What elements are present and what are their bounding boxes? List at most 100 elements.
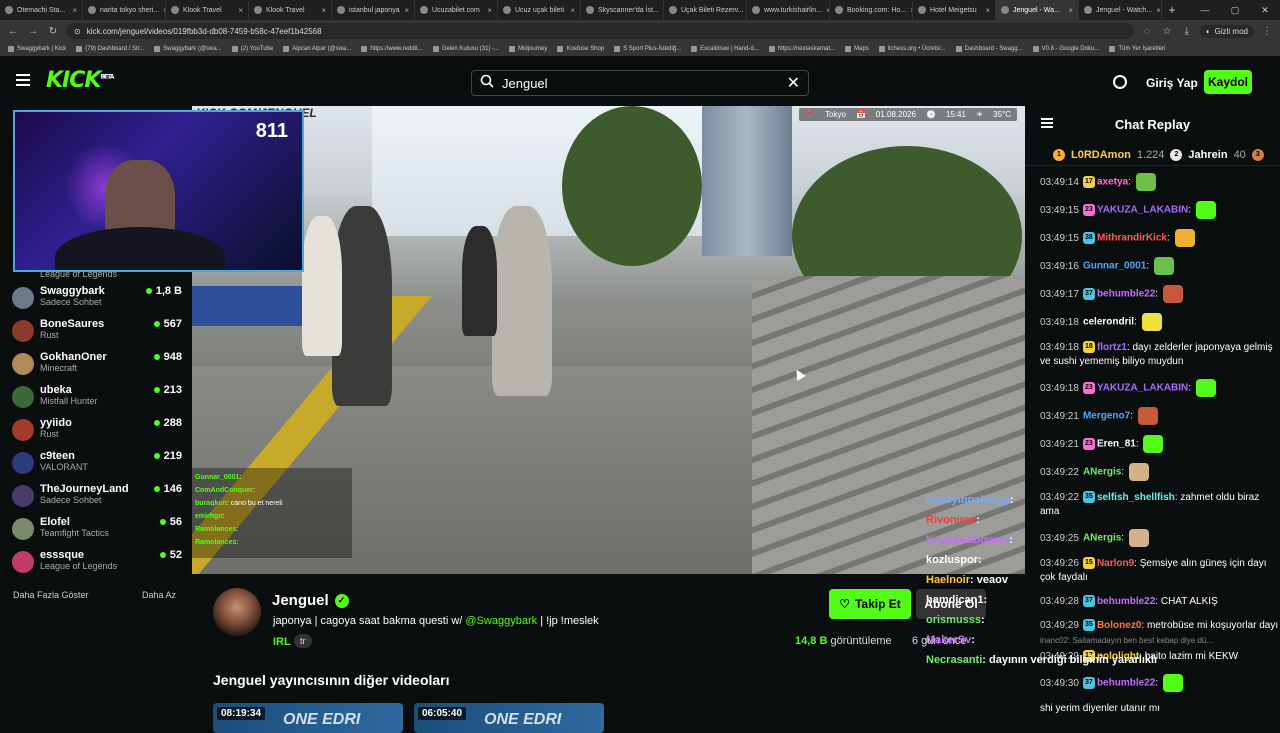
bookmark-item[interactable]: lichess.org • Ücretsi... [878, 46, 946, 52]
message-username[interactable]: celerondril [1083, 317, 1134, 328]
bookmark-item[interactable]: Koefuse Shop [557, 46, 604, 52]
message-username[interactable]: Mergeno7 [1083, 411, 1130, 422]
bookmark-item[interactable]: https://nextaskarnat... [768, 46, 835, 52]
tab-close-icon[interactable]: × [1156, 6, 1161, 15]
url-field[interactable]: ⊙ kick.com/jenguel/videos/019fbb3d-db08-… [66, 23, 1134, 39]
message-username[interactable]: YAKUZA_LAKABIN [1097, 205, 1188, 216]
tab-close-icon[interactable]: × [985, 6, 990, 15]
sidebar-channel[interactable]: GokhanOner Minecraft 948 [12, 351, 182, 381]
browser-tab[interactable]: Ucuz uçak bileti × [498, 0, 581, 20]
bookmark-item[interactable]: S Sport Plus-İstediğ... [614, 46, 681, 52]
bookmark-item[interactable]: Tüm Yer İşaretleri [1109, 46, 1165, 52]
maximize-icon[interactable]: ▢ [1220, 0, 1250, 20]
message-username[interactable]: behumble22 [1097, 289, 1155, 300]
tab-close-icon[interactable]: × [72, 6, 77, 15]
bookmark-item[interactable]: Swaggybark | Kick [8, 46, 66, 52]
bookmark-item[interactable]: (2) YouTube [231, 46, 273, 52]
signup-button[interactable]: Kaydol [1204, 70, 1252, 94]
close-window-icon[interactable]: ✕ [1250, 0, 1280, 20]
tab-close-icon[interactable]: × [321, 6, 326, 15]
message-username[interactable]: behumble22 [1097, 596, 1155, 607]
clear-search-icon[interactable]: ✕ [787, 73, 800, 93]
video-thumbnail[interactable]: ONE EDRI 08:19:34 [213, 703, 403, 733]
browser-tab[interactable]: istanbul japonya × [332, 0, 415, 20]
message-username[interactable]: selfish_shellfish [1097, 492, 1175, 503]
message-username[interactable]: Gunnar_0001 [1083, 261, 1146, 272]
browser-tab[interactable]: www.turkishairlin...× [747, 0, 830, 20]
message-username[interactable]: behumble22 [1097, 678, 1155, 689]
sidebar-channel[interactable]: esssque League of Legends 52 [12, 549, 182, 579]
sidebar-channel[interactable]: ubeka Mistfall Hunter 213 [12, 384, 182, 414]
back-icon[interactable]: ← [6, 26, 20, 37]
login-button[interactable]: Giriş Yap [1146, 76, 1198, 90]
browser-tab[interactable]: Klook Travel × [249, 0, 332, 20]
bookmark-item[interactable]: Gelen Kutusu (31) -... [432, 46, 499, 52]
sidebar-channel[interactable]: yyiido Rust 288 [12, 417, 182, 447]
follow-button[interactable]: ♡ Takip Et [829, 589, 911, 619]
channel-avatar[interactable] [213, 588, 261, 636]
new-tab-icon[interactable]: + [1162, 3, 1182, 17]
browser-tab[interactable]: Jenguel - Watch... × [1079, 0, 1162, 20]
language-tag[interactable]: tr [294, 634, 312, 648]
video-thumbnail[interactable]: ONE EDRI 06:05:40 [414, 703, 604, 733]
sidebar-channel[interactable]: Swaggybark Sadece Sohbet 1,8 B [12, 285, 182, 315]
bookmark-item[interactable]: Maps [845, 46, 869, 52]
message-username[interactable]: MithrandirKick [1097, 233, 1167, 244]
kick-logo[interactable]: KICKBETA [46, 68, 114, 93]
video-player[interactable]: KICK.COM/JENGUEL 📍Tokyo 📅01.08.2026 🕒15:… [192, 106, 1025, 574]
bookmark-star-icon[interactable]: ☆ [1160, 26, 1174, 37]
download-icon[interactable]: ⤓ [1180, 26, 1194, 37]
hamburger-menu-icon[interactable] [16, 74, 30, 86]
bookmark-item[interactable]: Dashboard - Swagg... [955, 46, 1023, 52]
channel-name[interactable]: Jenguel ✓ [272, 592, 349, 609]
bookmark-item[interactable]: Excalidraw | Hand-d... [691, 46, 759, 52]
browser-tab[interactable]: Otemachi Sta... × [0, 0, 83, 20]
browser-tab[interactable]: Uçak Bileti Rezerv...× [664, 0, 747, 20]
sidebar-channel[interactable]: Elofel Teamfight Tactics 56 [12, 516, 182, 546]
sidebar-channel[interactable]: TheJourneyLand Sadece Sohbet 146 [12, 483, 182, 513]
eye-off-icon[interactable]: ◌ [1140, 26, 1154, 37]
forward-icon[interactable]: → [26, 26, 40, 37]
incognito-badge[interactable]: ◐ Gizli mod [1199, 24, 1254, 38]
tab-close-icon[interactable]: × [238, 6, 243, 15]
search-input[interactable] [502, 75, 779, 91]
bookmark-item[interactable]: Alpcan Alpar (@swa... [283, 46, 351, 52]
message-username[interactable]: ANergis [1083, 533, 1121, 544]
browser-tab[interactable]: Ucuzabilet.com × [415, 0, 498, 20]
message-username[interactable]: Eren_81 [1097, 439, 1136, 450]
browser-menu-icon[interactable]: ⋮ [1260, 26, 1274, 37]
leaderboard-name[interactable]: Jahrein [1188, 149, 1227, 161]
message-username[interactable]: ANergis [1083, 467, 1121, 478]
bookmark-item[interactable]: Midjourney [509, 46, 547, 52]
browser-tab[interactable]: Hotel Meigetsu × [913, 0, 996, 20]
message-username[interactable]: Narlon9 [1097, 558, 1134, 569]
tab-close-icon[interactable]: × [570, 6, 575, 15]
bookmark-item[interactable]: V0.8 - Google Doku... [1032, 46, 1099, 52]
leaderboard-name[interactable]: L0RDAmon [1071, 149, 1131, 161]
tab-close-icon[interactable]: × [1068, 6, 1073, 15]
message-username[interactable]: flortz1 [1097, 342, 1127, 353]
tab-close-icon[interactable]: × [404, 6, 409, 15]
site-info-icon[interactable]: ⊙ [74, 27, 81, 36]
sidebar-channel[interactable]: c9teen VALORANT 219 [12, 450, 182, 480]
stream-title-mention[interactable]: @Swaggybark [465, 615, 537, 627]
reload-icon[interactable]: ↻ [46, 26, 60, 37]
tab-close-icon[interactable]: × [487, 6, 492, 15]
language-globe-icon[interactable] [1113, 75, 1127, 89]
show-more-button[interactable]: Daha Fazla Göster [13, 590, 89, 600]
browser-tab[interactable]: Skyscanner'da İst...× [581, 0, 664, 20]
message-username[interactable]: YAKUZA_LAKABIN [1097, 383, 1188, 394]
minimize-icon[interactable]: — [1190, 0, 1220, 20]
bookmark-item[interactable]: https://www.reddit... [361, 46, 423, 52]
bookmark-item[interactable]: Swaggybark (@swa... [154, 46, 222, 52]
browser-tab[interactable]: narita tokyo sheri...× [83, 0, 166, 20]
collapse-chat-icon[interactable] [1041, 118, 1053, 128]
bookmark-item[interactable]: (79) Dashboard / Str... [76, 46, 144, 52]
category-link[interactable]: IRL [273, 636, 291, 648]
browser-tab[interactable]: Jenguel - Wa... × [996, 0, 1079, 20]
browser-tab[interactable]: Klook Travel × [166, 0, 249, 20]
browser-tab[interactable]: Booking.com: Ho...× [830, 0, 913, 20]
message-username[interactable]: Bolonez0 [1097, 620, 1141, 631]
message-username[interactable]: axetya [1097, 177, 1128, 188]
sidebar-channel[interactable]: BoneSaures Rust 567 [12, 318, 182, 348]
